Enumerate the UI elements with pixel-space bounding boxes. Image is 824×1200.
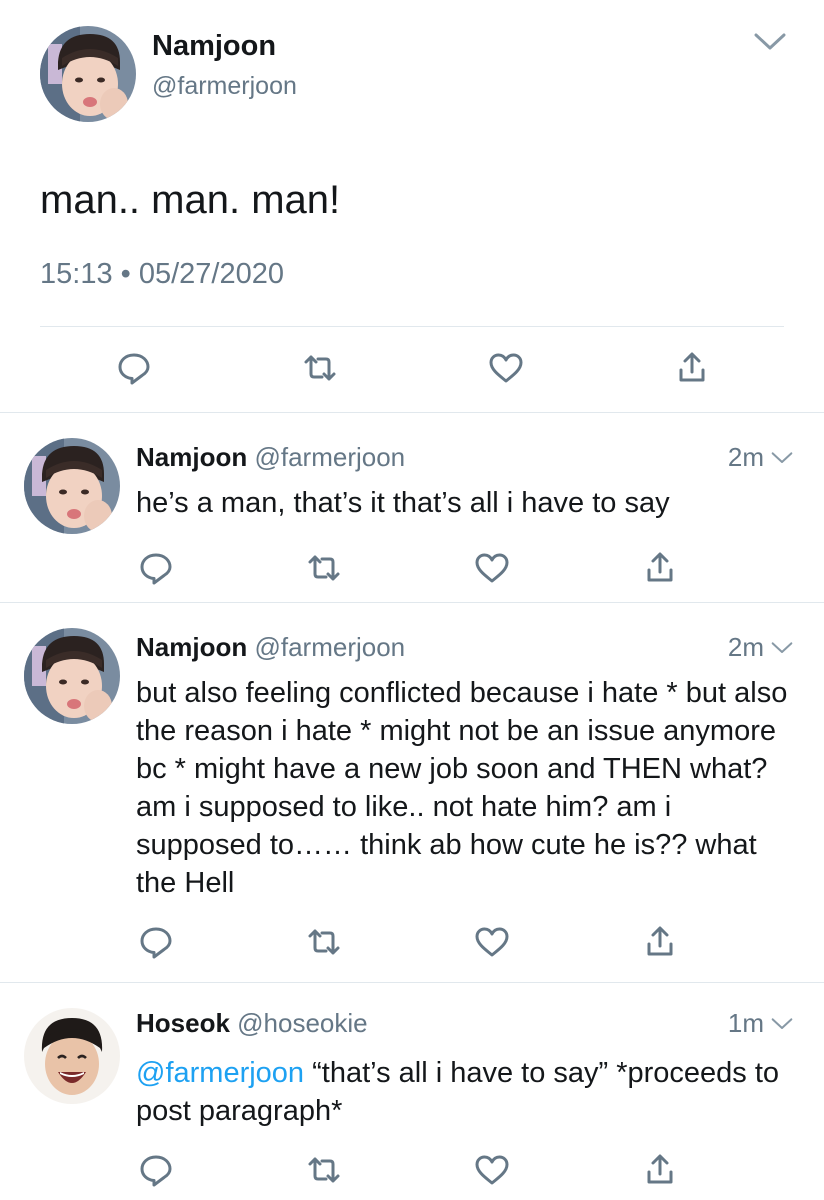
reply-header: Namjoon @farmerjoon xyxy=(136,442,405,473)
avatar[interactable] xyxy=(40,26,136,122)
reply-tweet[interactable]: Namjoon @farmerjoon 2m he’s a man, that’… xyxy=(0,412,824,602)
chevron-down-icon[interactable] xyxy=(770,1016,794,1032)
author-name[interactable]: Namjoon xyxy=(152,30,276,63)
share-icon[interactable] xyxy=(640,548,680,588)
reply-tweet[interactable]: Namjoon @farmerjoon 2m but also feeling … xyxy=(0,602,824,982)
avatar[interactable] xyxy=(24,438,120,534)
retweet-icon[interactable] xyxy=(304,1150,344,1190)
reply-icon[interactable] xyxy=(136,922,176,962)
reply-meta: 1m xyxy=(728,1008,794,1039)
retweet-icon[interactable] xyxy=(304,922,344,962)
author-handle[interactable]: @farmerjoon xyxy=(254,632,405,662)
tweet-actions xyxy=(0,922,824,962)
author-handle[interactable]: @farmerjoon xyxy=(152,72,297,101)
like-icon[interactable] xyxy=(472,922,512,962)
like-icon[interactable] xyxy=(472,548,512,588)
reply-text-body: but also feeling conflicted because i ha… xyxy=(136,677,788,899)
reply-time: 1m xyxy=(727,1008,764,1038)
avatar-image xyxy=(40,26,136,122)
avatar[interactable] xyxy=(24,1008,120,1104)
reply-meta: 2m xyxy=(728,442,794,473)
tweet-actions xyxy=(0,548,824,588)
author-name[interactable]: Hoseok xyxy=(136,1008,230,1038)
retweet-icon[interactable] xyxy=(304,548,344,588)
author-name[interactable]: Namjoon xyxy=(136,442,247,472)
tweet-actions xyxy=(0,1150,824,1190)
reply-meta: 2m xyxy=(728,632,794,663)
retweet-icon[interactable] xyxy=(300,348,340,388)
share-icon[interactable] xyxy=(672,348,712,388)
mention-link[interactable]: @farmerjoon xyxy=(136,1057,304,1089)
chevron-down-icon[interactable] xyxy=(770,450,794,466)
avatar-image xyxy=(24,438,120,534)
reply-time: 2m xyxy=(727,442,764,472)
main-tweet: Namjoon @farmerjoon man.. man. man! 15:1… xyxy=(0,0,824,412)
like-icon[interactable] xyxy=(486,348,526,388)
chevron-down-icon[interactable] xyxy=(752,30,788,54)
reply-icon[interactable] xyxy=(136,1150,176,1190)
reply-header: Hoseok @hoseokie xyxy=(136,1008,368,1039)
reply-text: @farmerjoon “that’s all i have to say” *… xyxy=(136,1054,796,1130)
author-handle[interactable]: @hoseokie xyxy=(237,1008,367,1038)
tweet-actions xyxy=(0,348,824,392)
reply-icon[interactable] xyxy=(114,348,154,388)
reply-icon[interactable] xyxy=(136,548,176,588)
share-icon[interactable] xyxy=(640,922,680,962)
reply-time: 2m xyxy=(727,632,764,662)
reply-header: Namjoon @farmerjoon xyxy=(136,632,405,663)
divider xyxy=(40,326,784,327)
tweet-text: man.. man. man! xyxy=(40,178,341,222)
reply-text: he’s a man, that’s it that’s all i have … xyxy=(136,484,796,522)
reply-text-body: he’s a man, that’s it that’s all i have … xyxy=(136,487,670,519)
author-name[interactable]: Namjoon xyxy=(136,632,247,662)
reply-text: but also feeling conflicted because i ha… xyxy=(136,674,796,902)
share-icon[interactable] xyxy=(640,1150,680,1190)
author-handle[interactable]: @farmerjoon xyxy=(254,442,405,472)
reply-tweet[interactable]: Hoseok @hoseokie 1m @farmerjoon “that’s … xyxy=(0,982,824,1200)
tweet-timestamp: 15:13 • 05/27/2020 xyxy=(40,258,284,290)
avatar[interactable] xyxy=(24,628,120,724)
like-icon[interactable] xyxy=(472,1150,512,1190)
avatar-image xyxy=(24,628,120,724)
avatar-image xyxy=(24,1008,120,1104)
chevron-down-icon[interactable] xyxy=(770,640,794,656)
